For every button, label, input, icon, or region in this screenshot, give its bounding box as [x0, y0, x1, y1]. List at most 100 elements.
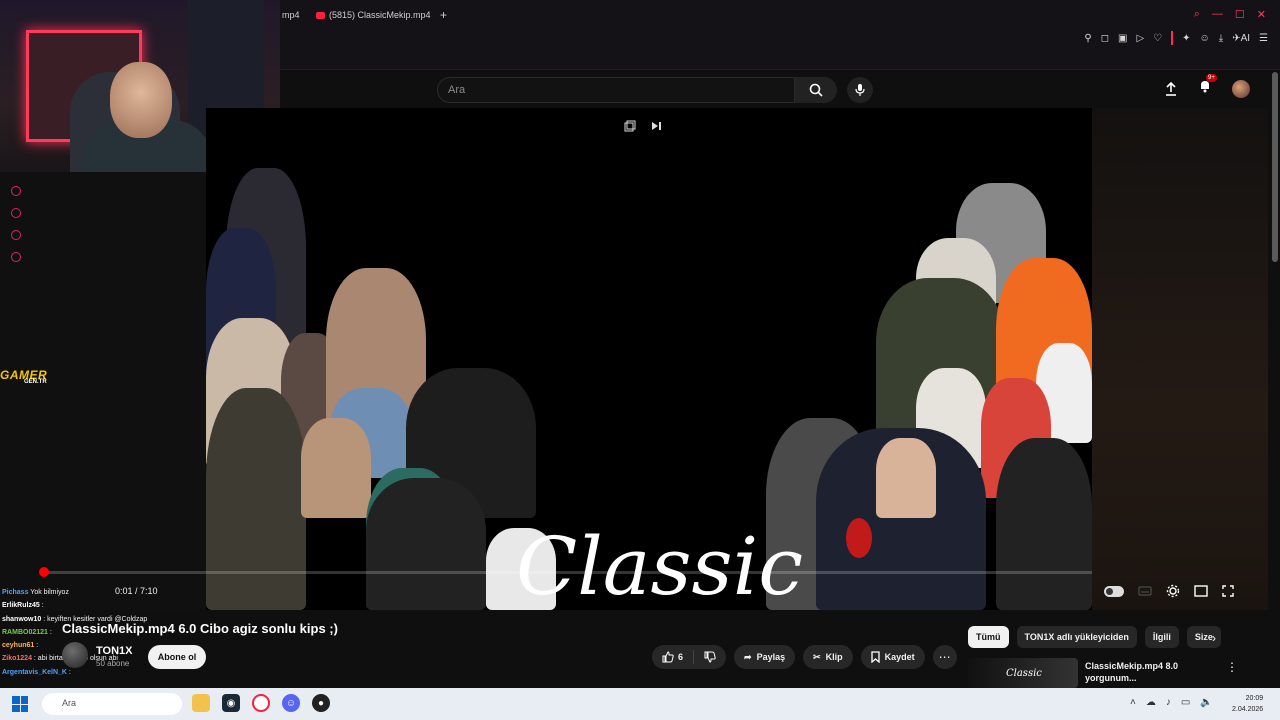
- search-placeholder: Ara: [448, 84, 466, 96]
- fullscreen-icon[interactable]: [1222, 585, 1234, 597]
- next-icon[interactable]: [650, 120, 662, 132]
- discord-icon[interactable]: ☺: [282, 694, 300, 712]
- theater-mode-icon[interactable]: [1194, 585, 1208, 597]
- filter-chip[interactable]: TON1X adlı yükleyiciden: [1016, 626, 1137, 648]
- rose-image: [846, 518, 872, 558]
- chevron-right-icon[interactable]: ›: [1212, 631, 1216, 645]
- recommendation-filter-chips: Tümü TON1X adlı yükleyiciden İlgili Size: [968, 626, 1221, 648]
- tab-label: mp4: [282, 10, 300, 20]
- pin-icon[interactable]: ⚲: [1084, 33, 1091, 44]
- chevron-up-icon[interactable]: ˄: [1130, 697, 1136, 708]
- heart-icon[interactable]: ♡: [1153, 33, 1162, 44]
- file-explorer-icon[interactable]: [192, 694, 210, 712]
- cube-icon[interactable]: ▣: [1118, 33, 1127, 44]
- tab-label: (5815) ClassicMekip.mp4: [329, 10, 431, 20]
- close-button[interactable]: ✕: [1257, 8, 1266, 21]
- collage-person: [301, 418, 371, 518]
- snapshot-icon[interactable]: ◻: [1101, 33, 1109, 44]
- channel-name[interactable]: TON1X: [96, 645, 132, 657]
- chat-text: :: [36, 642, 39, 650]
- share-label: Paylaş: [756, 652, 786, 662]
- subscribe-button[interactable]: Abone ol: [148, 645, 206, 669]
- page-scrollbar[interactable]: [1272, 72, 1278, 262]
- filter-chip[interactable]: İlgili: [1144, 626, 1179, 648]
- dislike-button[interactable]: [694, 645, 726, 669]
- ai-label: AI: [1240, 32, 1251, 44]
- video-progress-bar[interactable]: [39, 567, 1092, 577]
- record-icon[interactable]: [11, 186, 21, 196]
- settings-gear-icon[interactable]: [1166, 584, 1180, 598]
- profile-icon[interactable]: ☺: [1200, 33, 1210, 44]
- recommended-thumbnail[interactable]: Classic: [968, 658, 1078, 688]
- cloud-icon[interactable]: ☁: [1146, 697, 1156, 708]
- microphone-tray-icon[interactable]: ♪: [1166, 697, 1171, 708]
- recommended-title[interactable]: ClassicMekip.mp4 8.0 yorgunum...: [1085, 660, 1205, 684]
- chat-username: Argentavis_KelN_K: [2, 668, 67, 676]
- download-icon[interactable]: ⤓: [1219, 33, 1223, 44]
- video-top-controls: [624, 120, 662, 132]
- thumbs-up-icon: [662, 651, 674, 663]
- window-controls: ⌕ — ☐ ✕: [1194, 8, 1266, 21]
- channel-avatar[interactable]: [62, 642, 88, 668]
- chat-icon[interactable]: [11, 230, 21, 240]
- like-button[interactable]: 6: [652, 645, 693, 669]
- scissors-icon: ✂: [813, 651, 821, 662]
- clock-icon[interactable]: [11, 208, 21, 218]
- autoplay-toggle[interactable]: [1104, 585, 1124, 597]
- volume-icon[interactable]: 🔈: [1200, 697, 1212, 708]
- video-actions: 6 ➦ Paylaş ✂ Klip Kaydet ⋯: [652, 645, 957, 669]
- subtitles-icon[interactable]: [1138, 586, 1152, 596]
- thumbs-down-icon: [704, 651, 716, 663]
- menu-icon[interactable]: ☰: [1259, 33, 1268, 44]
- settings-icon[interactable]: [11, 252, 21, 262]
- chat-username: shanwow10: [2, 615, 42, 623]
- search-button[interactable]: [795, 77, 837, 103]
- network-icon[interactable]: ▭: [1181, 697, 1190, 708]
- save-button[interactable]: Kaydet: [860, 645, 925, 669]
- voice-search-button[interactable]: [847, 77, 873, 103]
- clip-button[interactable]: ✂ Klip: [803, 645, 853, 669]
- chat-username: RAMBO02121: [2, 628, 48, 636]
- video-player[interactable]: Classic: [206, 108, 1092, 610]
- steam-icon[interactable]: ◉: [222, 694, 240, 712]
- filter-chip[interactable]: Tümü: [968, 626, 1009, 648]
- browser-tab[interactable]: mp4: [282, 6, 300, 24]
- windows-taskbar: Ara ◉ ☺ ● ˄ ☁ ♪ ▭ 🔈 20:09 2.04.2026: [0, 688, 1280, 720]
- ai-button[interactable]: ✈AI: [1232, 33, 1250, 44]
- obs-icon[interactable]: ●: [312, 694, 330, 712]
- search-icon[interactable]: ⌕: [1194, 8, 1200, 21]
- chat-text: :: [41, 602, 44, 610]
- recommended-video[interactable]: Classic ClassicMekip.mp4 8.0 yorgunum...…: [968, 658, 1268, 688]
- taskbar-clock[interactable]: 20:09 2.04.2026: [1232, 693, 1263, 715]
- notifications-button[interactable]: 9+: [1198, 74, 1217, 98]
- collage-face: [876, 438, 936, 518]
- save-label: Kaydet: [884, 652, 915, 662]
- search-input[interactable]: Ara: [437, 77, 795, 103]
- start-button[interactable]: [12, 696, 28, 712]
- chat-message: Pichass Yok bilmiyoz: [2, 586, 202, 599]
- clip-label: Klip: [825, 652, 843, 662]
- gamer-logo-sub: GEN.TR: [24, 379, 47, 385]
- upload-icon[interactable]: [1164, 81, 1178, 96]
- youtube-icon: [316, 11, 325, 19]
- left-side-panel: GAMER GEN.TR: [0, 172, 206, 610]
- thumbnail-text: Classic: [1006, 668, 1042, 679]
- taskbar-search[interactable]: Ara: [42, 693, 182, 715]
- right-background: [1092, 108, 1268, 610]
- extensions-icon[interactable]: ✦: [1182, 33, 1190, 44]
- kebab-menu-icon[interactable]: ⋮: [1226, 660, 1238, 674]
- account-avatar[interactable]: [1232, 79, 1250, 98]
- more-actions-button[interactable]: ⋯: [932, 645, 957, 669]
- microphone-icon: [855, 84, 865, 96]
- chat-username: Pichass: [2, 589, 29, 596]
- share-button[interactable]: ➦ Paylaş: [734, 645, 796, 669]
- header-right: 9+: [1164, 74, 1250, 98]
- maximize-button[interactable]: ☐: [1235, 8, 1245, 21]
- miniplayer-icon[interactable]: [624, 120, 636, 132]
- opera-gx-icon[interactable]: [252, 694, 270, 712]
- minimize-button[interactable]: —: [1212, 8, 1223, 21]
- play-icon[interactable]: ▷: [1136, 33, 1144, 44]
- browser-tab-active[interactable]: (5815) ClassicMekip.mp4: [316, 6, 431, 24]
- screen: mp4 (5815) ClassicMekip.mp4 + ⌕ — ☐ ✕ ⚲ …: [0, 0, 1280, 720]
- new-tab-button[interactable]: +: [440, 8, 447, 22]
